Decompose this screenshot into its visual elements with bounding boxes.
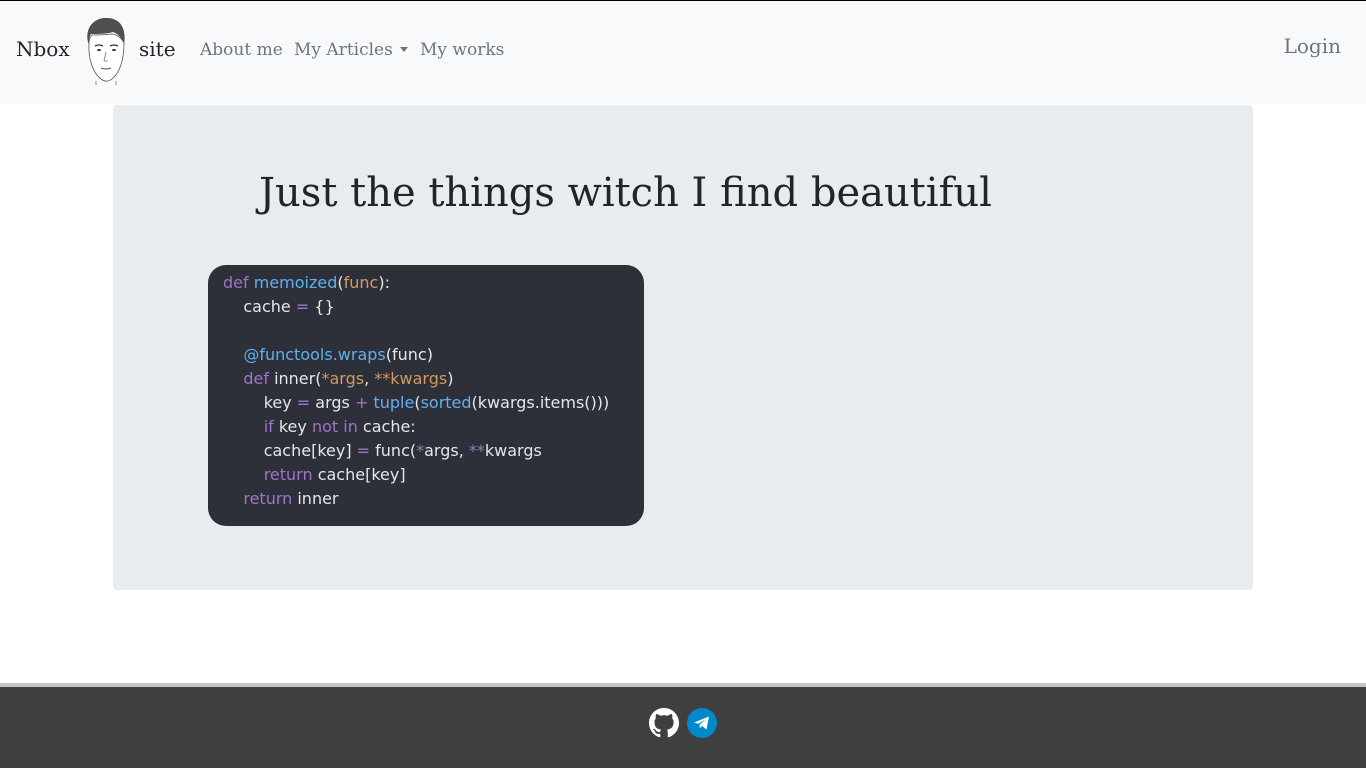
code-token: = [295, 297, 310, 316]
code-line-9: return cache[key] [263, 465, 406, 484]
code-token: if [263, 417, 274, 436]
code-token: tuple [373, 393, 415, 412]
code-line-10: return inner [243, 489, 339, 508]
avatar-logo[interactable] [80, 15, 130, 85]
navbar: Nbox site About me My Articles My works … [0, 1, 1366, 104]
github-icon[interactable] [649, 708, 679, 738]
code-token: sorted [420, 393, 472, 412]
nav-my-articles-label: My Articles [294, 40, 393, 60]
nav-my-articles-dropdown[interactable]: My Articles [294, 40, 408, 60]
code-line-6: key = args + tuple(sorted(kwargs.items()… [223, 393, 610, 412]
page-headline: Just the things witch I find beautiful [259, 170, 992, 216]
code-token: return [243, 489, 293, 508]
code-token: *args [321, 369, 365, 388]
code-token: @functools.wraps [243, 345, 386, 364]
code-token: def [223, 273, 249, 292]
code-line-1: def memoized(func): [223, 273, 390, 292]
code-token: return [263, 465, 313, 484]
telegram-icon[interactable] [687, 708, 717, 738]
chevron-down-icon [399, 47, 408, 52]
login-link[interactable]: Login [1284, 34, 1341, 58]
brand-name-left[interactable]: Nbox [16, 37, 70, 61]
code-snippet: def memoized(func): cache = {} @functool… [208, 265, 644, 526]
code-token: ** [468, 441, 485, 460]
brand-name-right[interactable]: site [139, 37, 176, 61]
code-token: func [343, 273, 379, 292]
code-line-2: cache = {} [223, 297, 335, 316]
code-token: = [296, 393, 311, 412]
code-token: **kwargs [374, 369, 448, 388]
hero-section: Just the things witch I find beautiful d… [113, 105, 1253, 590]
code-token: not in [311, 417, 358, 436]
code-token: memoized [253, 273, 338, 292]
nav-my-works[interactable]: My works [420, 40, 504, 60]
nav-about-me[interactable]: About me [200, 40, 283, 60]
code-line-8: cache[key] = func(*args, **kwargs [223, 441, 542, 460]
code-line-4: @functools.wraps(func) [243, 345, 433, 364]
footer [0, 687, 1366, 768]
code-token: * [416, 441, 425, 460]
code-token: def [243, 369, 269, 388]
code-line-5: def inner(*args, **kwargs) [243, 369, 454, 388]
code-token: = [356, 441, 371, 460]
code-line-7: if key not in cache: [263, 417, 416, 436]
code-token: + [354, 393, 369, 412]
